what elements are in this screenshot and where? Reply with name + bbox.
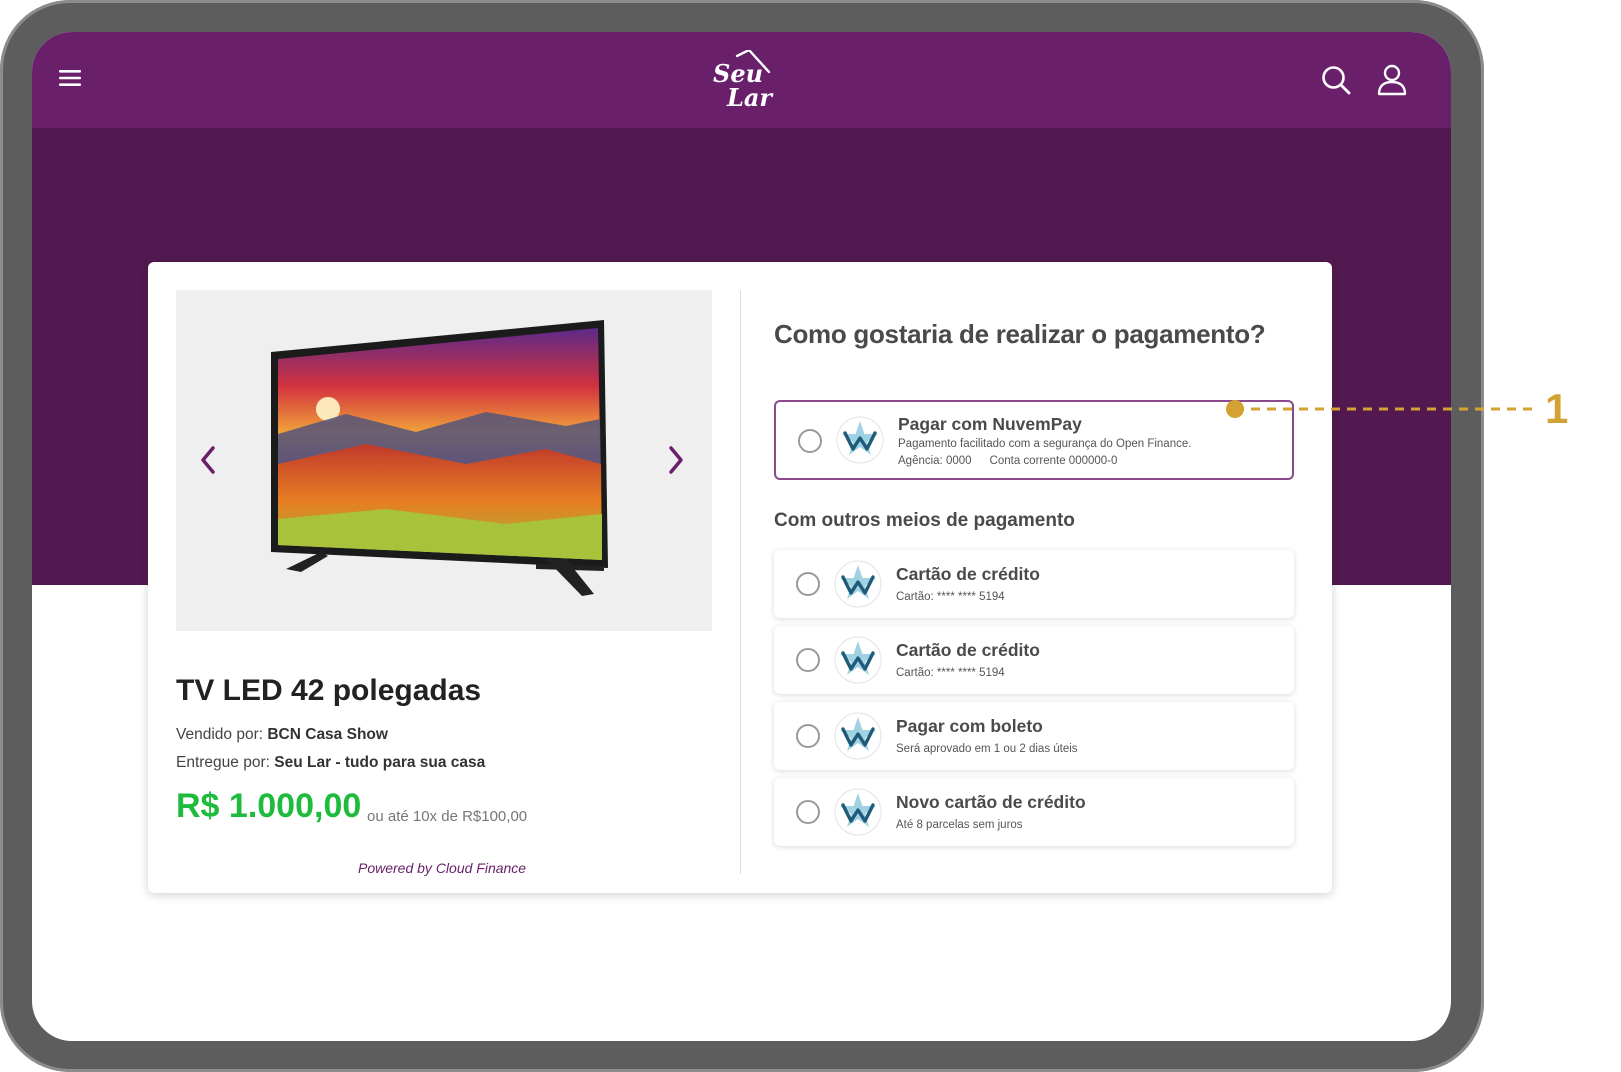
product-gallery xyxy=(176,290,712,631)
gallery-next-button[interactable] xyxy=(656,440,696,480)
top-bar: Seu Lar xyxy=(32,32,1451,128)
card-divider xyxy=(740,290,741,874)
payment-logo-icon xyxy=(834,560,882,608)
nuvempay-logo-icon xyxy=(836,416,884,464)
radio-button[interactable] xyxy=(796,648,820,672)
tv-product-image xyxy=(271,320,608,596)
option-subtitle: Será aprovado em 1 ou 2 dias úteis xyxy=(896,743,1078,755)
menu-icon xyxy=(59,70,81,86)
user-icon xyxy=(1377,64,1407,96)
account-info: Agência: 0000 Conta corrente 000000-0 xyxy=(898,455,1117,467)
installments-text: ou até 10x de R$100,00 xyxy=(367,808,528,825)
search-button[interactable] xyxy=(1316,60,1356,100)
product-price: R$ 1.000,00 xyxy=(176,787,362,825)
option-title: Cartão de crédito xyxy=(896,564,1040,584)
radio-button[interactable] xyxy=(796,800,820,824)
option-subtitle: Pagamento facilitado com a segurança do … xyxy=(898,438,1192,450)
sold-by: Vendido por: BCN Casa Show xyxy=(176,726,388,744)
svg-text:Lar: Lar xyxy=(726,83,774,112)
delivered-by-label: Entregue por: xyxy=(176,754,270,771)
seu-lar-logo: Seu Lar xyxy=(713,50,774,112)
chevron-left-icon xyxy=(201,446,215,474)
sold-by-label: Vendido por: xyxy=(176,726,264,743)
option-title: Cartão de crédito xyxy=(896,640,1040,660)
user-button[interactable] xyxy=(1372,60,1412,100)
option-title: Novo cartão de crédito xyxy=(896,792,1086,812)
option-subtitle: Cartão: **** **** 5194 xyxy=(896,667,1005,679)
payment-option-boleto[interactable]: Pagar com boleto Será aprovado em 1 ou 2… xyxy=(774,702,1294,770)
radio-button[interactable] xyxy=(798,429,822,453)
chevron-right-icon xyxy=(669,446,683,474)
payment-option-nuvempay[interactable]: Pagar com NuvemPay Pagamento facilitado … xyxy=(774,400,1294,480)
option-subtitle: Até 8 parcelas sem juros xyxy=(896,819,1023,831)
callout-number: 1 xyxy=(1545,385,1569,432)
checkout-card: TV LED 42 polegadas Vendido por: BCN Cas… xyxy=(148,262,1332,893)
option-subtitle: Cartão: **** **** 5194 xyxy=(896,591,1005,603)
payment-option-new-credit-card[interactable]: Novo cartão de crédito Até 8 parcelas se… xyxy=(774,778,1294,846)
menu-button[interactable] xyxy=(52,60,88,96)
account-text: Conta corrente 000000-0 xyxy=(989,455,1118,467)
agency-text: Agência: 0000 xyxy=(898,455,972,467)
tablet-screen: Seu Lar TV LED 42 polegadas Vendido por:… xyxy=(32,32,1451,1041)
stage: Seu Lar TV LED 42 polegadas Vendido por:… xyxy=(0,0,1621,1072)
delivered-by-value: Seu Lar - tudo para sua casa xyxy=(274,754,486,771)
payment-logo-icon xyxy=(834,788,882,836)
payment-title: Como gostaria de realizar o pagamento? xyxy=(774,319,1266,349)
sold-by-value: BCN Casa Show xyxy=(267,726,388,743)
option-title: Pagar com NuvemPay xyxy=(898,414,1082,434)
radio-button[interactable] xyxy=(796,572,820,596)
payment-option-credit-card-2[interactable]: Cartão de crédito Cartão: **** **** 5194 xyxy=(774,626,1294,694)
delivered-by: Entregue por: Seu Lar - tudo para sua ca… xyxy=(176,754,485,772)
payment-logo-icon xyxy=(834,712,882,760)
payment-option-credit-card-1[interactable]: Cartão de crédito Cartão: **** **** 5194 xyxy=(774,550,1294,618)
powered-by: Powered by Cloud Finance xyxy=(358,860,527,876)
search-icon xyxy=(1322,66,1351,95)
gallery-prev-button[interactable] xyxy=(188,440,228,480)
payment-logo-icon xyxy=(834,636,882,684)
product-title: TV LED 42 polegadas xyxy=(176,674,482,707)
option-title: Pagar com boleto xyxy=(896,716,1043,736)
tablet-frame: Seu Lar TV LED 42 polegadas Vendido por:… xyxy=(0,0,1484,1072)
radio-button[interactable] xyxy=(796,724,820,748)
other-methods-title: Com outros meios de pagamento xyxy=(774,510,1075,531)
